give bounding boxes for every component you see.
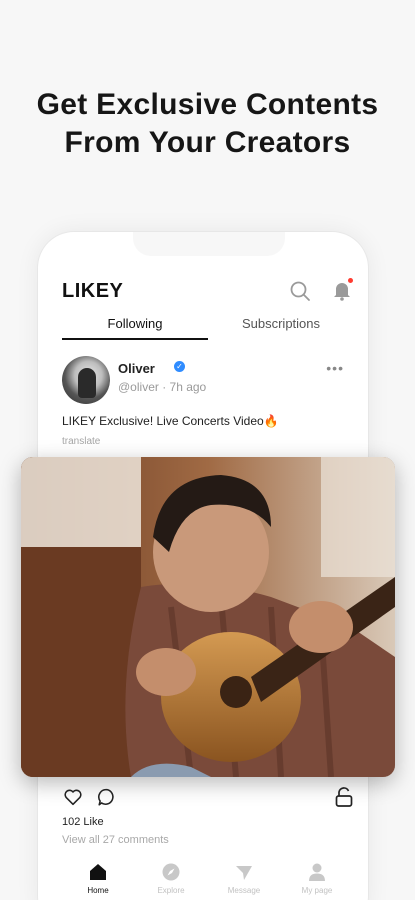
search-button[interactable]	[288, 279, 312, 303]
avatar-figure	[78, 368, 96, 398]
like-count: 102 Like	[62, 816, 104, 828]
nav-my-page[interactable]: My page	[281, 862, 353, 895]
nav-explore-label: Explore	[157, 886, 185, 895]
notification-dot	[348, 278, 353, 283]
send-icon	[236, 866, 252, 880]
comment-button[interactable]	[96, 786, 118, 808]
heart-icon	[64, 789, 82, 806]
notifications-button[interactable]	[330, 278, 354, 302]
author-name[interactable]: Oliver	[118, 361, 155, 376]
nav-explore[interactable]: Explore	[135, 862, 207, 895]
tab-subscriptions[interactable]: Subscriptions	[208, 316, 354, 340]
avatar[interactable]	[62, 356, 110, 404]
post-header: Oliver ✓ @oliver · 7h ago •••	[62, 356, 344, 404]
view-comments-link[interactable]: View all 27 comments	[62, 834, 169, 846]
post-media-image[interactable]	[21, 457, 395, 777]
lock-icon	[335, 787, 353, 807]
translate-link[interactable]: translate	[62, 436, 100, 447]
nav-my-page-label: My page	[301, 886, 333, 895]
search-icon	[290, 281, 310, 301]
guitarist-photo	[21, 457, 395, 777]
like-button[interactable]	[62, 786, 84, 808]
user-icon	[309, 863, 325, 881]
author-meta: @oliver · 7h ago	[118, 380, 207, 394]
tab-following[interactable]: Following	[62, 316, 208, 340]
feed-tabs: Following Subscriptions	[62, 316, 354, 342]
home-icon	[90, 864, 106, 880]
promo-headline: Get Exclusive Contents From Your Creator…	[0, 86, 415, 162]
compass-icon	[162, 863, 180, 881]
verified-badge-icon: ✓	[174, 361, 185, 372]
more-options-icon[interactable]: •••	[326, 360, 344, 376]
app-logo: LIKEY	[62, 280, 124, 302]
headline-line-1: Get Exclusive Contents	[36, 88, 379, 121]
app-header: LIKEY	[38, 278, 368, 310]
unlock-button[interactable]	[334, 786, 354, 808]
post-actions	[62, 786, 354, 808]
nav-home[interactable]: Home	[62, 862, 134, 895]
nav-message[interactable]: Message	[208, 862, 280, 895]
phone-notch	[133, 232, 285, 256]
comment-icon	[98, 788, 114, 806]
nav-message-label: Message	[227, 886, 261, 895]
post-caption: LIKEY Exclusive! Live Concerts Video🔥	[62, 414, 279, 428]
bottom-navigation: Home Explore Message My page	[62, 862, 354, 900]
nav-home-label: Home	[87, 886, 109, 895]
headline-line-2: From Your Creators	[64, 126, 351, 159]
